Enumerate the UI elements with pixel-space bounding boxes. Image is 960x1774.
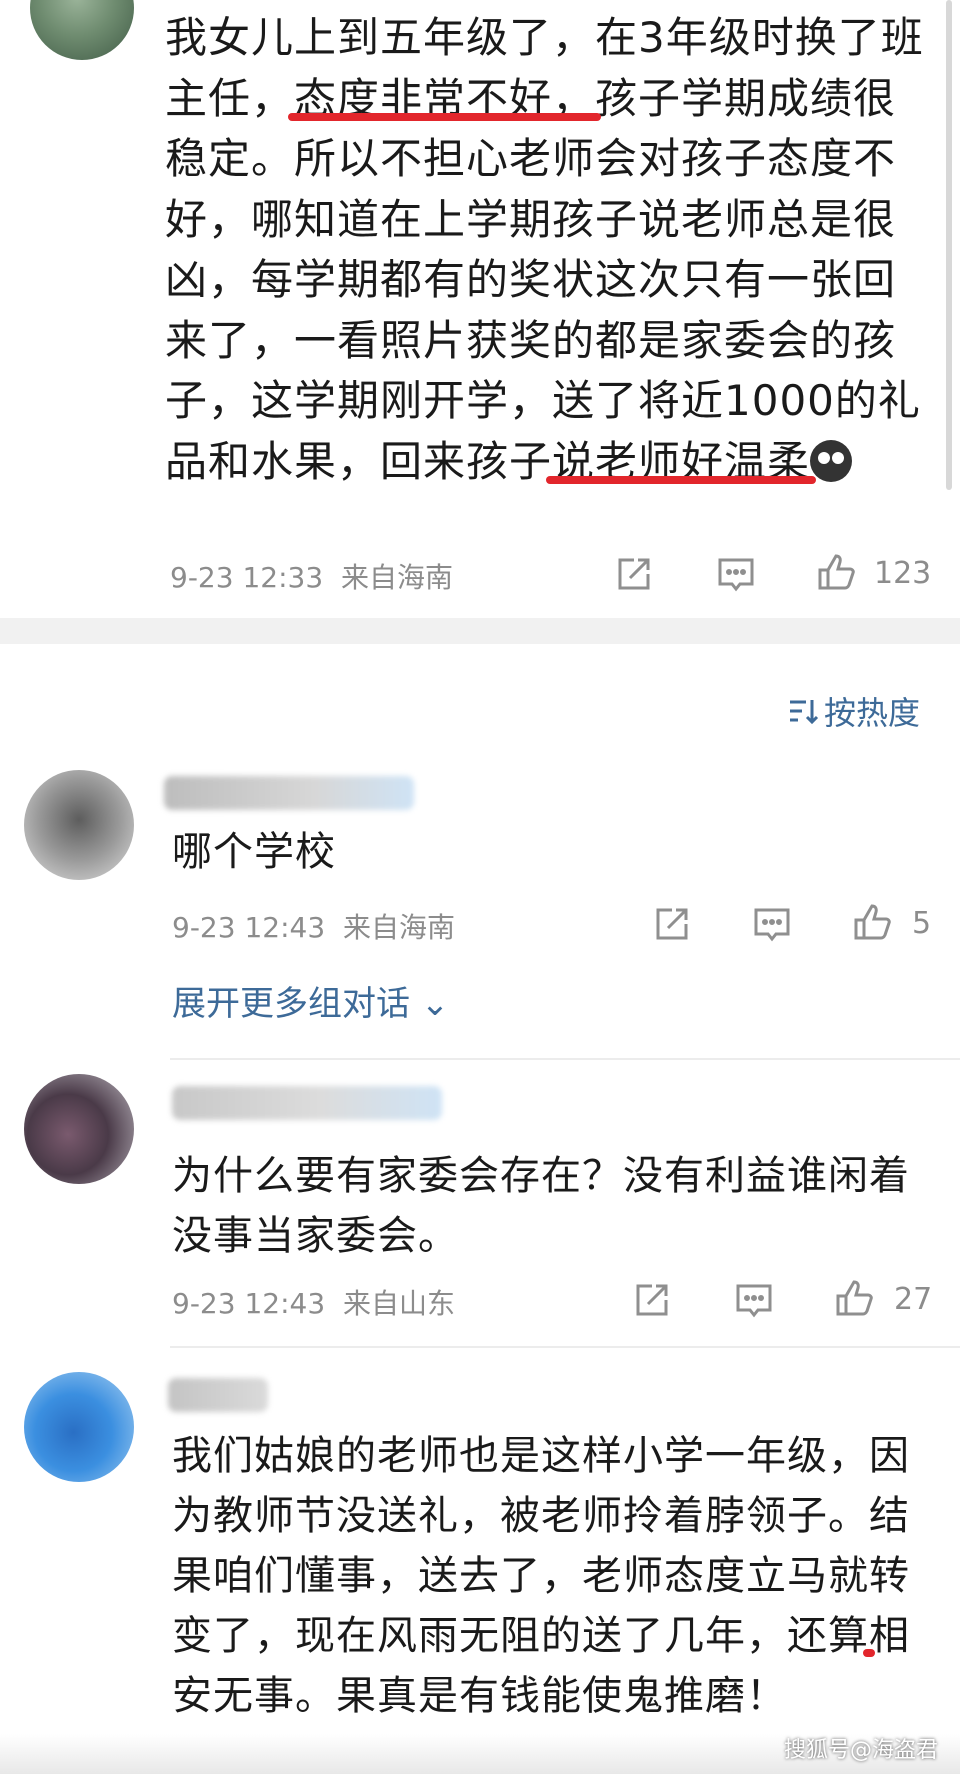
commenter-name-blurred[interactable]: [164, 776, 414, 810]
chevron-down-icon: ⌄: [410, 984, 450, 1024]
commenter-name-blurred[interactable]: [168, 1378, 268, 1412]
post-source: 来自海南: [340, 561, 453, 594]
repost-icon[interactable]: [614, 554, 654, 594]
scrollbar[interactable]: [946, 0, 952, 490]
like-icon[interactable]: [816, 552, 856, 592]
expand-label: 展开更多组对话: [172, 984, 410, 1024]
sort-button[interactable]: 按热度: [786, 688, 920, 734]
comment-text-part: ，现在风雨无阻的送了几年，还算相安无事。果真是有钱能使鬼推磨！: [172, 1613, 910, 1719]
comment-icon[interactable]: [716, 554, 756, 594]
comment-time: 9-23 12:43: [172, 1287, 326, 1320]
sort-label: 按热度: [823, 694, 920, 732]
commenter-avatar[interactable]: [24, 770, 134, 880]
post-text-part: 孩子学期成绩很稳定。所以不担心老师会对孩子态度不好，哪知道在上学期孩子说老师总是…: [165, 73, 897, 426]
comment-text: 哪个学校: [172, 829, 336, 875]
like-icon[interactable]: [834, 1278, 874, 1318]
comment-meta: 9-23 12:43 来自山东: [172, 1282, 455, 1322]
commenter-name-blurred[interactable]: [172, 1086, 442, 1120]
comment-source: 来自海南: [342, 911, 455, 944]
post-avatar[interactable]: [30, 0, 134, 60]
repost-icon[interactable]: [632, 1280, 672, 1320]
commenter-avatar[interactable]: [24, 1074, 134, 1184]
comment-text-part: 我们姑娘的老师也是这样小学一年级，因为教师节没送礼，被老师拎着脖领子。: [172, 1433, 910, 1539]
sob-emoji-icon: [810, 439, 853, 482]
comment-time: 9-23 12:43: [172, 911, 326, 944]
section-divider: [0, 618, 960, 644]
watermark: 搜狐号@海盗君: [783, 1738, 938, 1763]
expand-conversation-link[interactable]: 展开更多组对话 ⌄: [172, 976, 449, 1025]
comment-icon[interactable]: [734, 1280, 774, 1320]
underlined-phrase: 态度非常不好，: [294, 73, 596, 123]
weibo-post: 我女儿上到五年级了，在3年级时换了班主任，态度非常不好，孩子学期成绩很稳定。所以…: [0, 0, 960, 618]
comment-icon[interactable]: [752, 904, 792, 944]
repost-icon[interactable]: [652, 904, 692, 944]
like-count: 123: [874, 556, 932, 591]
like-count: 5: [912, 906, 932, 941]
post-text: 我女儿上到五年级了，在3年级时换了班主任，态度非常不好，孩子学期成绩很稳定。所以…: [165, 8, 925, 492]
comment-divider: [170, 1346, 960, 1348]
post-time: 9-23 12:33: [170, 561, 324, 594]
comment-meta: 9-23 12:43 来自海南: [172, 906, 455, 946]
sort-icon: [789, 700, 819, 725]
commenter-avatar[interactable]: [24, 1372, 134, 1482]
comment-divider: [170, 1058, 960, 1060]
like-icon[interactable]: [852, 902, 892, 942]
like-count: 27: [894, 1282, 933, 1317]
comment-text: 为什么要有家委会存在？没有利益谁闲着没事当家委会。: [172, 1153, 910, 1259]
comment-source: 来自山东: [342, 1287, 455, 1320]
post-meta: 9-23 12:33 来自海南: [170, 556, 453, 596]
comment-text: 我们姑娘的老师也是这样小学一年级，因为教师节没送礼，被老师拎着脖领子。结果咱们懂…: [172, 1426, 932, 1726]
